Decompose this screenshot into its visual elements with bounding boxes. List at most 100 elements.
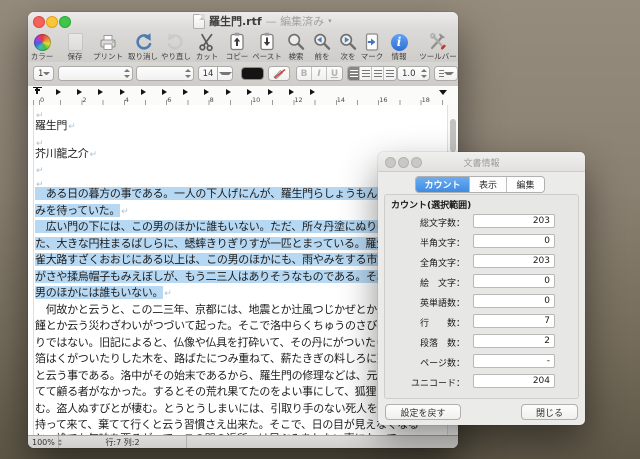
tab-stop-marker[interactable] <box>119 89 125 95</box>
return-mark-icon: ↵ <box>89 150 98 160</box>
format-bar: 1 14 B I U 1.0 <box>28 62 458 87</box>
style-picker[interactable]: 1 <box>33 66 54 81</box>
align-right-button[interactable] <box>372 67 384 80</box>
minimize-window-button[interactable] <box>46 16 58 28</box>
tab-stop-marker[interactable] <box>268 89 273 95</box>
document-line-text: 持って来て、棄てて行くと云う習慣さえ出来た。そこで、日の目が見えなくなる <box>35 418 419 431</box>
pen-slash-icon <box>272 68 285 79</box>
document-line-text: 雀大路すざくおおじにある以上は、この男のほかにも、雨やみをする市女笠いちめ <box>35 253 431 266</box>
count-row: 絵 文字： 0 <box>385 274 578 289</box>
cursor-position-indicator: 行:7 列:2 <box>59 436 187 448</box>
underline-button[interactable]: U <box>327 67 342 80</box>
document-line-text: 羅生門 <box>35 119 68 132</box>
tab-stop-marker[interactable] <box>183 89 189 95</box>
align-center-icon <box>361 70 370 77</box>
tab-stop-marker[interactable] <box>289 89 295 95</box>
tab-count[interactable]: カウント <box>416 177 470 192</box>
text-color-swatch[interactable] <box>241 67 264 80</box>
document-line: 持って来て、棄てて行くと云う習慣さえ出来た。そこで、日の目が見えなくなる <box>35 418 419 431</box>
tab-stop-marker[interactable] <box>162 89 167 95</box>
scrollbar-thumb[interactable] <box>450 119 456 152</box>
title-bar[interactable]: 羅生門.rtf — 編集済み ▾ <box>28 12 458 31</box>
ruler[interactable]: 0 2 4 6 8 10 12 14 16 18 <box>28 86 458 106</box>
text-style-group: B I U <box>296 66 343 81</box>
ruler-number: 8 <box>209 96 214 104</box>
document-line-text: 何故かと云うと、この二三年、京都には、地震とか辻風つじかぜとか火事とか饑 <box>35 302 431 316</box>
tab-stop-marker[interactable] <box>225 89 231 95</box>
close-window-button[interactable] <box>33 16 45 28</box>
count-row-label: ページ数： <box>420 359 465 369</box>
tab-stop-marker[interactable] <box>140 89 146 95</box>
document-line-text: 饉とか云う災わざわいがつづいて起った。そこで洛中らくちゅうのさびれ方は一通 <box>35 319 431 332</box>
document-line: と云う事である。洛中がその始末であるから、羅生門の修理などは、元より誰も捨 <box>35 368 431 382</box>
line-spacing-stepper[interactable]: 1.0 <box>397 66 430 81</box>
tab-stop-marker[interactable] <box>98 89 104 95</box>
count-row: 行 数： 7 <box>385 314 578 329</box>
ruler-number: 6 <box>167 96 172 104</box>
printer-icon <box>98 32 118 52</box>
document-line-text: む。盗人ぬすびとが棲む。とうとうしまいには、引取り手のない死人を、この門へ <box>35 401 431 415</box>
toolbar-button-label: 情報 <box>391 52 407 61</box>
tab-stop-marker[interactable] <box>77 89 83 95</box>
tab-display[interactable]: 表示 <box>470 177 507 192</box>
font-family-select[interactable] <box>58 66 133 81</box>
align-center-button[interactable] <box>360 67 372 80</box>
tab-stop-marker[interactable] <box>246 89 252 95</box>
document-line: がさや揉烏帽子もみえぼしが、もう二三人はありそうなものである。それが、この <box>35 269 430 283</box>
font-typeface-select[interactable] <box>136 66 194 81</box>
first-line-indent-marker[interactable] <box>33 87 42 96</box>
document-info-panel: 文書情報 カウント 表示 編集 カウント(選択範囲) 総文字数： 203 半角文字： 0 全… <box>378 152 585 425</box>
document-line: 箔はくがついたりした木を、路ばたにつみ重ねて、薪たきぎの料しろに売っていた <box>35 352 430 365</box>
reset-settings-button[interactable]: 設定を戻す <box>385 404 461 420</box>
text-margin-line <box>33 105 34 437</box>
document-line-text: みを待っていた。 <box>35 203 121 217</box>
zoom-control[interactable]: 100% <box>28 436 63 448</box>
count-row-label: 段落 数： <box>419 339 465 349</box>
tab-stop-marker[interactable] <box>56 89 61 95</box>
return-mark-icon: ↵ <box>36 166 44 176</box>
count-value-field: - <box>473 354 555 368</box>
zoom-window-button[interactable] <box>59 16 71 28</box>
document-line: てて顧る者がなかった。するとその荒れ果てたのをよい事にして、狐狸こりが棲 <box>35 385 419 398</box>
right-margin-marker[interactable] <box>439 90 447 95</box>
align-left-button[interactable] <box>348 67 360 80</box>
document-line: む。盗人ぬすびとが棲む。とうとうしまいには、引取り手のない死人を、この門へ <box>35 402 431 415</box>
tab-stop-marker[interactable] <box>204 89 210 95</box>
ruler-number: 10 <box>252 96 261 104</box>
count-value-field: 0 <box>473 234 555 248</box>
bold-button[interactable]: B <box>297 67 312 80</box>
count-row-label: 行 数： <box>419 319 465 329</box>
chevron-down-icon <box>443 72 454 75</box>
document-line-text: てて顧る者がなかった。するとその荒れ果てたのをよい事にして、狐狸こりが棲 <box>35 385 419 398</box>
panel-tabs: カウント 表示 編集 <box>415 176 545 193</box>
document-line-text: と云う事である。洛中がその始末であるから、羅生門の修理などは、元より誰も捨 <box>35 368 431 382</box>
undo-arrow-icon <box>133 32 153 52</box>
font-size-field[interactable]: 14 <box>198 66 218 81</box>
ruler-number: 0 <box>40 96 45 104</box>
save-document-icon <box>67 32 83 52</box>
tab-stop-marker[interactable] <box>310 89 316 95</box>
title-chevron-icon[interactable]: ▾ <box>328 17 332 25</box>
font-size-dropdown[interactable] <box>217 66 233 81</box>
return-mark-icon: ↵ <box>121 206 129 217</box>
color-wheel-icon <box>33 32 51 52</box>
list-style-dropdown[interactable] <box>434 66 458 81</box>
return-mark-icon: ↵ <box>68 122 76 132</box>
toolbar-button-toolbar-tools[interactable]: ツールバー <box>415 32 458 61</box>
document-proxy-icon[interactable] <box>193 13 205 29</box>
alignment-group <box>347 66 397 81</box>
count-row-label: 英単語数： <box>419 299 465 309</box>
panel-title-bar[interactable]: 文書情報 <box>378 152 585 172</box>
italic-button[interactable]: I <box>312 67 327 80</box>
close-panel-button[interactable]: 閉じる <box>521 404 578 420</box>
document-line-text: ある日の暮方の事である。一人の下人げにんが、羅生門らしょうもんの下で雨や <box>35 187 431 200</box>
redo-arrow-icon <box>166 32 186 52</box>
document-line: ある日の暮方の事である。一人の下人げにんが、羅生門らしょうもんの下で雨や <box>35 187 431 200</box>
count-row-label: 半角文字： <box>419 239 465 249</box>
highlight-pen-button[interactable] <box>268 66 290 81</box>
tab-edit[interactable]: 編集 <box>507 177 544 192</box>
count-row: 段落 数： 2 <box>385 334 578 349</box>
align-left-icon <box>349 70 358 77</box>
align-justify-button[interactable] <box>384 67 396 80</box>
document-line: 饉とか云う災わざわいがつづいて起った。そこで洛中らくちゅうのさびれ方は一通 <box>35 319 431 332</box>
